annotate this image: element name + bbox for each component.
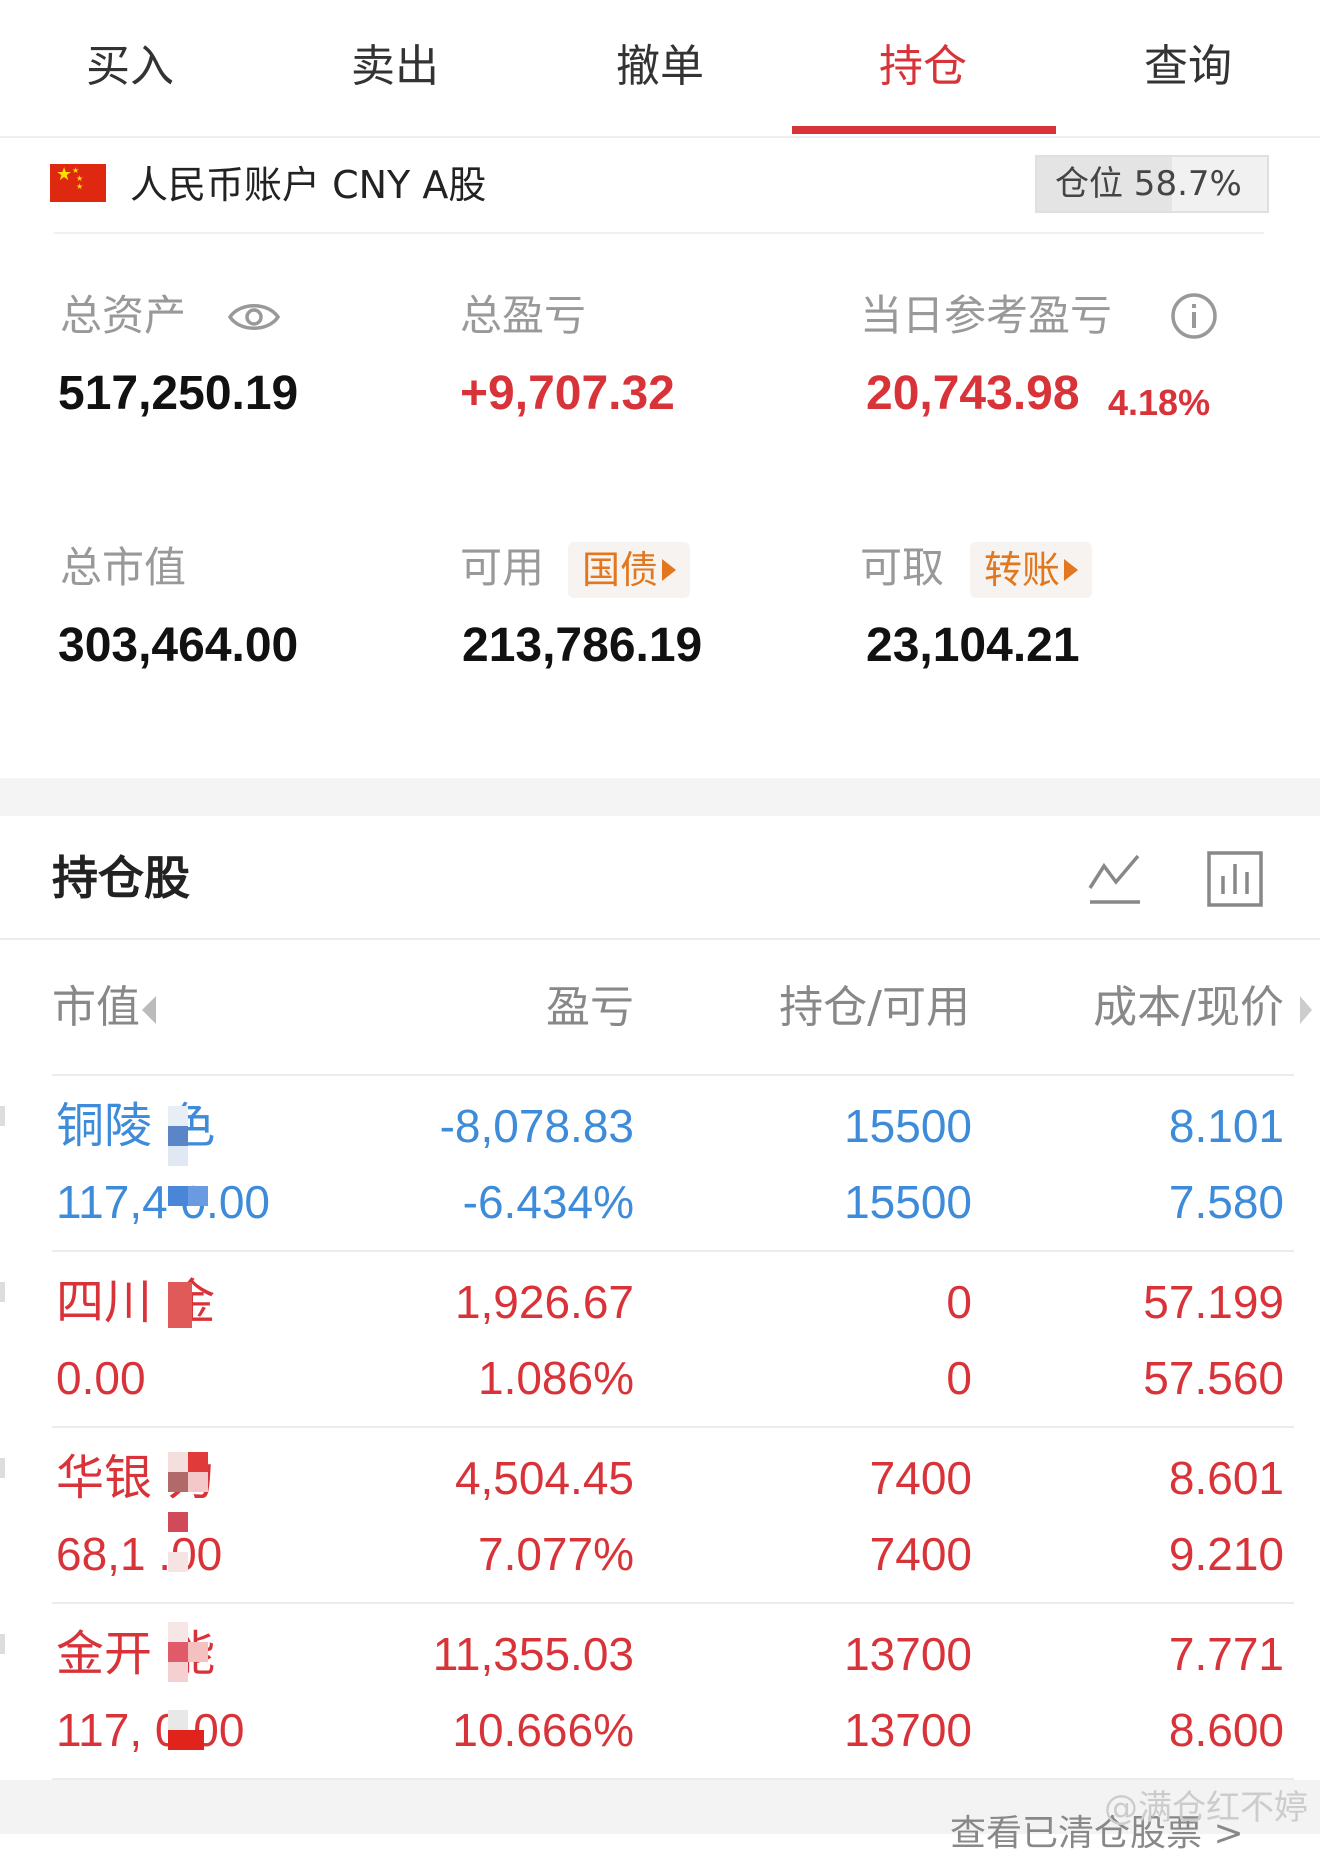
column-header-market-value[interactable]: 市值 <box>52 978 156 1038</box>
total-pl-value: +9,707.32 <box>460 367 675 420</box>
stock-profit-loss-percent: 1.086% <box>477 1352 634 1404</box>
sort-left-icon <box>142 996 156 1024</box>
holdings-title: 持仓股 <box>52 851 190 905</box>
divider <box>54 232 1264 234</box>
stock-profit-loss-percent: 7.077% <box>477 1528 634 1580</box>
stock-price: 8.600 <box>1168 1704 1284 1756</box>
stock-profit-loss: 4,504.45 <box>454 1452 634 1504</box>
stock-available: 7400 <box>869 1528 972 1580</box>
column-header-market-value-label: 市值 <box>52 982 140 1033</box>
section-gap <box>0 778 1320 816</box>
stock-cost: 7.771 <box>1168 1628 1284 1680</box>
bond-button[interactable]: 国债 <box>568 542 691 598</box>
edge-mark <box>0 1458 5 1478</box>
table-row[interactable]: 铜陵 色 117,4 0.00 -8,078.83 -6.434% 15500 … <box>0 1076 1320 1252</box>
stock-market-value: 0.00 <box>56 1352 146 1404</box>
redaction-mosaic <box>160 1622 208 1762</box>
column-header-cost-price[interactable]: 成本/现价 <box>1093 978 1284 1038</box>
stock-market-value: 117, 0.00 <box>56 1704 245 1756</box>
redaction-mosaic <box>160 1282 200 1342</box>
stock-profit-loss: 1,926.67 <box>454 1276 634 1328</box>
position-ratio-badge: 仓位 58.7% <box>1035 155 1269 213</box>
play-arrow-icon <box>662 558 677 581</box>
position-ratio-text: 仓位 58.7% <box>1055 164 1242 204</box>
active-tab-indicator <box>792 126 1056 134</box>
stock-cost: 8.101 <box>1168 1100 1284 1152</box>
bond-button-label: 国债 <box>582 548 659 592</box>
bar-chart-icon[interactable] <box>1206 850 1264 908</box>
stock-position: 7400 <box>869 1452 972 1504</box>
stock-profit-loss-percent: -6.434% <box>462 1176 634 1228</box>
redaction-mosaic <box>160 1452 208 1582</box>
daily-pl-value: 20,743.98 <box>866 367 1080 420</box>
stock-profit-loss: 11,355.03 <box>432 1628 634 1680</box>
transfer-button[interactable]: 转账 <box>970 542 1093 598</box>
stock-available: 15500 <box>844 1176 972 1228</box>
table-row[interactable]: 金开 能 117, 0.00 11,355.03 10.666% 13700 1… <box>0 1604 1320 1780</box>
tab-holdings[interactable]: 持仓 <box>833 34 1013 100</box>
eye-icon[interactable] <box>228 298 280 336</box>
stock-cost: 57.199 <box>1143 1276 1284 1328</box>
total-assets-label: 总资产 <box>60 291 187 340</box>
tab-buy[interactable]: 买入 <box>40 34 220 100</box>
edge-mark <box>0 1282 5 1302</box>
withdrawable-label: 可取 <box>860 543 945 592</box>
stock-cost: 8.601 <box>1168 1452 1284 1504</box>
stock-profit-loss: -8,078.83 <box>439 1100 634 1152</box>
stock-available: 0 <box>946 1352 972 1404</box>
total-pl-label: 总盈亏 <box>460 291 587 340</box>
stock-profit-loss-percent: 10.666% <box>452 1704 634 1756</box>
available-label: 可用 <box>460 543 545 592</box>
stock-price: 7.580 <box>1168 1176 1284 1228</box>
edge-mark <box>0 1634 5 1654</box>
withdrawable-value: 23,104.21 <box>866 619 1080 672</box>
market-value-value: 303,464.00 <box>58 619 299 672</box>
table-row[interactable]: 华银 力 68,1 .00 4,504.45 7.077% 7400 7400 … <box>0 1428 1320 1604</box>
watermark: @满仓红不婷 <box>1104 1788 1308 1828</box>
transfer-button-label: 转账 <box>984 548 1061 592</box>
table-row[interactable]: 四川 金 0.00 1,926.67 1.086% 0 0 57.199 57.… <box>0 1252 1320 1428</box>
tab-sell[interactable]: 卖出 <box>305 34 485 100</box>
edge-mark <box>0 1106 5 1126</box>
stock-price: 9.210 <box>1168 1528 1284 1580</box>
scroll-right-icon[interactable] <box>1300 996 1312 1024</box>
stock-price: 57.560 <box>1143 1352 1284 1404</box>
daily-pl-percent: 4.18% <box>1108 382 1211 423</box>
account-label[interactable]: 人民币账户 CNY A股 <box>130 160 486 210</box>
daily-pl-label: 当日参考盈亏 <box>860 291 1113 340</box>
available-value: 213,786.19 <box>462 619 703 672</box>
trend-chart-icon[interactable] <box>1086 850 1144 908</box>
redaction-mosaic <box>160 1106 208 1226</box>
stock-position: 0 <box>946 1276 972 1328</box>
market-value-label: 总市值 <box>60 543 187 592</box>
stock-position: 13700 <box>844 1628 972 1680</box>
divider <box>0 938 1320 940</box>
column-header-position[interactable]: 持仓/可用 <box>779 978 970 1038</box>
info-icon[interactable] <box>1170 292 1218 340</box>
total-assets-value: 517,250.19 <box>58 367 299 420</box>
stock-position: 15500 <box>844 1100 972 1152</box>
play-arrow-icon <box>1064 558 1079 581</box>
tab-bar: 买入 卖出 撤单 持仓 查询 <box>0 0 1320 138</box>
tab-query[interactable]: 查询 <box>1098 34 1278 100</box>
china-flag-icon: ★ ★ ★ ★ <box>50 164 106 202</box>
tab-cancel-order[interactable]: 撤单 <box>570 34 750 100</box>
stock-available: 13700 <box>844 1704 972 1756</box>
column-header-profit-loss[interactable]: 盈亏 <box>546 978 634 1038</box>
